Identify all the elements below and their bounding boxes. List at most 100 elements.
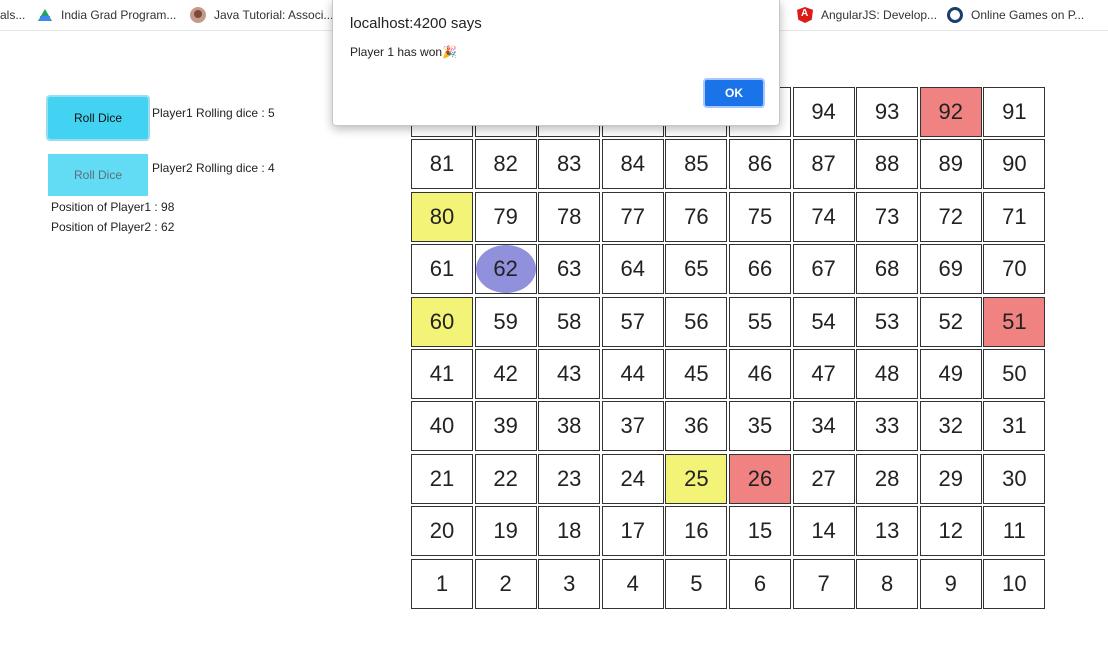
board-cell: 41 <box>411 348 473 399</box>
google-drive-icon <box>37 7 53 23</box>
cell-number: 11 <box>1002 518 1026 544</box>
player2-rolling-text: Player2 Rolling dice : 4 <box>152 161 275 175</box>
cell-number: 37 <box>620 413 646 439</box>
cell-number: 74 <box>811 203 836 229</box>
board-cell: 35 <box>728 401 791 452</box>
cell-number: 49 <box>938 360 963 386</box>
avatar-icon <box>190 7 206 23</box>
cell-number: 71 <box>1002 203 1027 229</box>
cell-number: 50 <box>1002 360 1027 386</box>
cell-number: 68 <box>874 256 900 282</box>
board-cell: 31 <box>983 401 1046 452</box>
board-cell: 39 <box>474 401 537 452</box>
board-cell: 89 <box>919 139 982 190</box>
player1-rolling-text: Player1 Rolling dice : 5 <box>152 106 275 120</box>
bookmark-item[interactable]: als... <box>0 7 25 23</box>
board-cell: 3 <box>538 558 601 609</box>
cell-number: 8 <box>881 570 894 596</box>
cell-number: 47 <box>811 360 836 386</box>
bookmark-item[interactable]: AngularJS: Develop... <box>797 7 937 23</box>
cell-number: 89 <box>938 151 963 177</box>
board-cell: 37 <box>601 401 664 452</box>
cell-number: 64 <box>620 256 646 282</box>
board-cell: 76 <box>665 191 728 242</box>
board-cell: 82 <box>474 139 537 190</box>
cell-number: 43 <box>556 360 582 386</box>
bookmark-item[interactable]: India Grad Program... <box>37 7 176 23</box>
alert-message: Player 1 has won🎉 <box>350 45 457 59</box>
cell-number: 5 <box>690 570 703 596</box>
cell-number: 77 <box>620 203 646 229</box>
board-cell-ladder: 80 <box>411 191 473 242</box>
cell-number: 52 <box>938 308 963 334</box>
cell-number: 57 <box>620 308 646 334</box>
board-cell: 23 <box>538 453 601 504</box>
board-cell: 10 <box>983 558 1046 609</box>
cell-number: 79 <box>493 203 518 229</box>
board-cell: 87 <box>792 139 855 190</box>
board-cell: 58 <box>538 296 601 347</box>
board-cell-snake: 51 <box>983 296 1046 347</box>
board-cell: 57 <box>601 296 664 347</box>
board-cell-ladder: 60 <box>411 296 473 347</box>
board-cell: 61 <box>411 244 473 295</box>
board-cell: 52 <box>919 296 982 347</box>
board-cell: 69 <box>919 244 982 295</box>
games-icon <box>947 7 963 23</box>
cell-number: 56 <box>684 308 709 334</box>
board-cell: 22 <box>474 453 537 504</box>
cell-number: 85 <box>684 151 709 177</box>
board-cell: 67 <box>792 244 855 295</box>
board-cell: 6 <box>728 558 791 609</box>
board-cell: 17 <box>601 506 664 557</box>
cell-number: 90 <box>1002 151 1027 177</box>
cell-number: 78 <box>556 203 582 229</box>
board-cell: 48 <box>856 348 919 399</box>
board-cell: 91 <box>983 87 1046 137</box>
cell-number: 87 <box>811 151 836 177</box>
bookmark-item[interactable]: Online Games on P... <box>947 7 1084 23</box>
board-cell: 62 <box>474 244 537 295</box>
cell-number: 65 <box>684 256 709 282</box>
cell-number: 51 <box>1002 308 1027 334</box>
board-cell: 65 <box>665 244 728 295</box>
board-cell: 13 <box>856 506 919 557</box>
board-cell: 55 <box>728 296 791 347</box>
board-cell: 70 <box>983 244 1046 295</box>
cell-number: 86 <box>747 151 773 177</box>
cell-number: 83 <box>556 151 582 177</box>
cell-number: 39 <box>493 413 518 439</box>
cell-number: 91 <box>1002 99 1027 124</box>
board-cell: 56 <box>665 296 728 347</box>
board-cell: 27 <box>792 453 855 504</box>
board-cell: 29 <box>919 453 982 504</box>
board-cell: 84 <box>601 139 664 190</box>
board-cell: 21 <box>411 453 473 504</box>
bookmark-item[interactable]: Java Tutorial: Associ... <box>190 7 333 23</box>
board-cell: 30 <box>983 453 1046 504</box>
board-cell: 59 <box>474 296 537 347</box>
cell-number: 33 <box>874 413 900 439</box>
alert-ok-button[interactable]: OK <box>703 78 765 108</box>
board-cell: 36 <box>665 401 728 452</box>
cell-number: 19 <box>493 518 518 544</box>
board-cell: 46 <box>728 348 791 399</box>
board-cell: 54 <box>792 296 855 347</box>
player1-roll-dice-button[interactable]: Roll Dice <box>46 95 150 141</box>
cell-number: 61 <box>429 256 455 282</box>
board-cell: 78 <box>538 191 601 242</box>
board-cell: 74 <box>792 191 855 242</box>
cell-number: 38 <box>556 413 582 439</box>
board-cell: 49 <box>919 348 982 399</box>
board-cell: 1 <box>411 558 473 609</box>
board-cell: 34 <box>792 401 855 452</box>
board-cell: 63 <box>538 244 601 295</box>
player2-roll-dice-button[interactable]: Roll Dice <box>48 154 148 196</box>
board-cell: 66 <box>728 244 791 295</box>
cell-number: 22 <box>493 465 518 491</box>
board-cell: 79 <box>474 191 537 242</box>
board-cell: 12 <box>919 506 982 557</box>
board-cell: 93 <box>856 87 919 137</box>
board-cell: 88 <box>856 139 919 190</box>
board-cell: 81 <box>411 139 473 190</box>
